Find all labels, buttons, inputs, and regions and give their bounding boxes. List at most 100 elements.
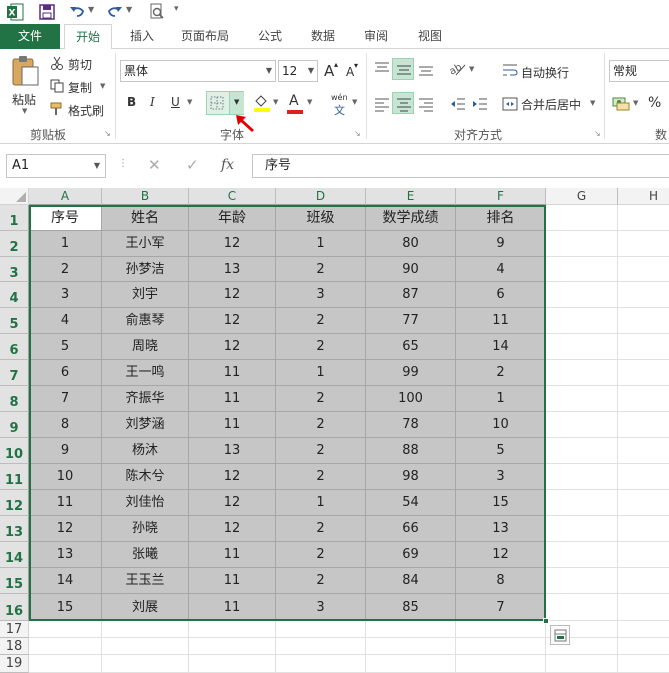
worksheet-grid[interactable]: ABCDEFGH 1 2 3 4 5 6 7 8 9 10 11 12 13 14 15 16 17 18 19 序… — [0, 188, 669, 673]
column-header-c[interactable]: C — [189, 188, 276, 205]
column-header-a[interactable]: A — [29, 188, 102, 205]
quick-analysis-button[interactable] — [550, 625, 570, 645]
empty-cell[interactable] — [618, 490, 669, 516]
row-header-13[interactable]: 13 — [0, 516, 29, 542]
cut-icon[interactable] — [50, 56, 64, 70]
decrease-indent-icon[interactable] — [450, 96, 466, 112]
empty-cell[interactable] — [189, 621, 276, 638]
row-header-2[interactable]: 2 — [0, 231, 29, 257]
row-header-7[interactable]: 7 — [0, 360, 29, 386]
empty-cell[interactable] — [618, 308, 669, 334]
tab-data[interactable]: 数据 — [303, 24, 343, 49]
empty-cell[interactable] — [546, 568, 618, 594]
underline-dropdown-icon[interactable]: ▼ — [187, 98, 192, 106]
undo-dropdown-icon[interactable]: ▼ — [88, 5, 94, 14]
undo-icon[interactable] — [68, 3, 86, 21]
empty-cell[interactable] — [366, 655, 456, 673]
phonetic-button[interactable]: wén — [331, 93, 348, 102]
empty-cell[interactable] — [456, 621, 546, 638]
empty-cell[interactable] — [618, 205, 669, 231]
empty-cell[interactable] — [366, 621, 456, 638]
row-header-6[interactable]: 6 — [0, 334, 29, 360]
empty-cell[interactable] — [618, 516, 669, 542]
tab-file[interactable]: 文件 — [0, 24, 60, 49]
decrease-font-button[interactable]: A — [346, 65, 354, 79]
copy-dropdown-icon[interactable]: ▼ — [100, 82, 105, 90]
tab-view[interactable]: 视图 — [410, 24, 450, 49]
row-header-16[interactable]: 16 — [0, 594, 29, 621]
empty-cell[interactable] — [618, 542, 669, 568]
formula-bar-grip-icon[interactable]: ⋮ — [118, 158, 128, 169]
paste-icon[interactable] — [10, 55, 40, 87]
row-header-17[interactable]: 17 — [0, 621, 29, 638]
empty-cell[interactable] — [546, 334, 618, 360]
empty-cell[interactable] — [276, 638, 366, 655]
copy-icon[interactable] — [50, 79, 64, 93]
row-header-15[interactable]: 15 — [0, 568, 29, 594]
font-color-dropdown-icon[interactable]: ▼ — [307, 98, 312, 106]
empty-cell[interactable] — [618, 438, 669, 464]
align-right-icon[interactable] — [418, 96, 434, 112]
empty-cell[interactable] — [546, 282, 618, 308]
tab-review[interactable]: 审阅 — [356, 24, 396, 49]
row-header-4[interactable]: 4 — [0, 282, 29, 308]
empty-cell[interactable] — [618, 412, 669, 438]
empty-cell[interactable] — [546, 231, 618, 257]
alignment-launcher-icon[interactable]: ↘ — [594, 129, 601, 138]
empty-cell[interactable] — [546, 386, 618, 412]
empty-cell[interactable] — [618, 334, 669, 360]
wrap-text-icon[interactable] — [502, 62, 518, 78]
enter-icon[interactable]: ✓ — [186, 156, 199, 174]
align-left-icon[interactable] — [374, 96, 390, 112]
print-preview-icon[interactable] — [148, 3, 166, 21]
formula-input[interactable]: 序号 — [252, 154, 669, 178]
orientation-dropdown-icon[interactable]: ▼ — [469, 65, 474, 73]
fill-color-dropdown-icon[interactable]: ▼ — [273, 98, 278, 106]
name-box[interactable]: A1 ▼ — [6, 154, 106, 178]
align-top-icon[interactable] — [374, 61, 390, 77]
orientation-icon[interactable]: ab — [448, 61, 466, 77]
fill-color-icon[interactable] — [253, 93, 271, 113]
empty-cell[interactable] — [618, 464, 669, 490]
format-painter-button[interactable]: 格式刷 — [68, 102, 104, 119]
empty-cell[interactable] — [29, 655, 102, 673]
empty-cell[interactable] — [618, 231, 669, 257]
copy-button[interactable]: 复制 — [68, 79, 92, 96]
empty-cell[interactable] — [29, 621, 102, 638]
tab-insert[interactable]: 插入 — [122, 24, 162, 49]
row-header-9[interactable]: 9 — [0, 412, 29, 438]
empty-cell[interactable] — [456, 638, 546, 655]
empty-cell[interactable] — [546, 516, 618, 542]
empty-cell[interactable] — [546, 438, 618, 464]
empty-cell[interactable] — [276, 655, 366, 673]
empty-cell[interactable] — [102, 638, 189, 655]
font-size-select[interactable]: 12 ▼ — [278, 60, 318, 82]
column-header-h[interactable]: H — [618, 188, 669, 205]
empty-cell[interactable] — [546, 205, 618, 231]
border-dropdown[interactable]: ▼ — [229, 92, 244, 114]
row-header-11[interactable]: 11 — [0, 464, 29, 490]
select-all-corner[interactable] — [0, 188, 29, 205]
row-header-3[interactable]: 3 — [0, 257, 29, 282]
row-header-19[interactable]: 19 — [0, 655, 29, 673]
empty-cell[interactable] — [546, 594, 618, 621]
empty-cell[interactable] — [189, 655, 276, 673]
border-button[interactable]: ▼ — [206, 91, 244, 115]
column-header-g[interactable]: G — [546, 188, 618, 205]
row-header-10[interactable]: 10 — [0, 438, 29, 464]
empty-cell[interactable] — [546, 542, 618, 568]
redo-icon[interactable] — [106, 3, 124, 21]
chevron-down-icon[interactable]: ▼ — [94, 155, 100, 177]
paste-button[interactable]: 粘贴 — [12, 91, 36, 108]
row-header-14[interactable]: 14 — [0, 542, 29, 568]
empty-cell[interactable] — [618, 638, 669, 655]
empty-cell[interactable] — [618, 621, 669, 638]
increase-font-button[interactable]: A — [324, 62, 334, 80]
phonetic-dropdown-icon[interactable]: ▼ — [352, 98, 357, 106]
empty-cell[interactable] — [546, 655, 618, 673]
empty-cell[interactable] — [546, 464, 618, 490]
fill-handle[interactable] — [543, 618, 549, 624]
empty-cell[interactable] — [546, 490, 618, 516]
merge-center-icon[interactable] — [502, 96, 518, 112]
tab-home[interactable]: 开始 — [64, 24, 112, 50]
